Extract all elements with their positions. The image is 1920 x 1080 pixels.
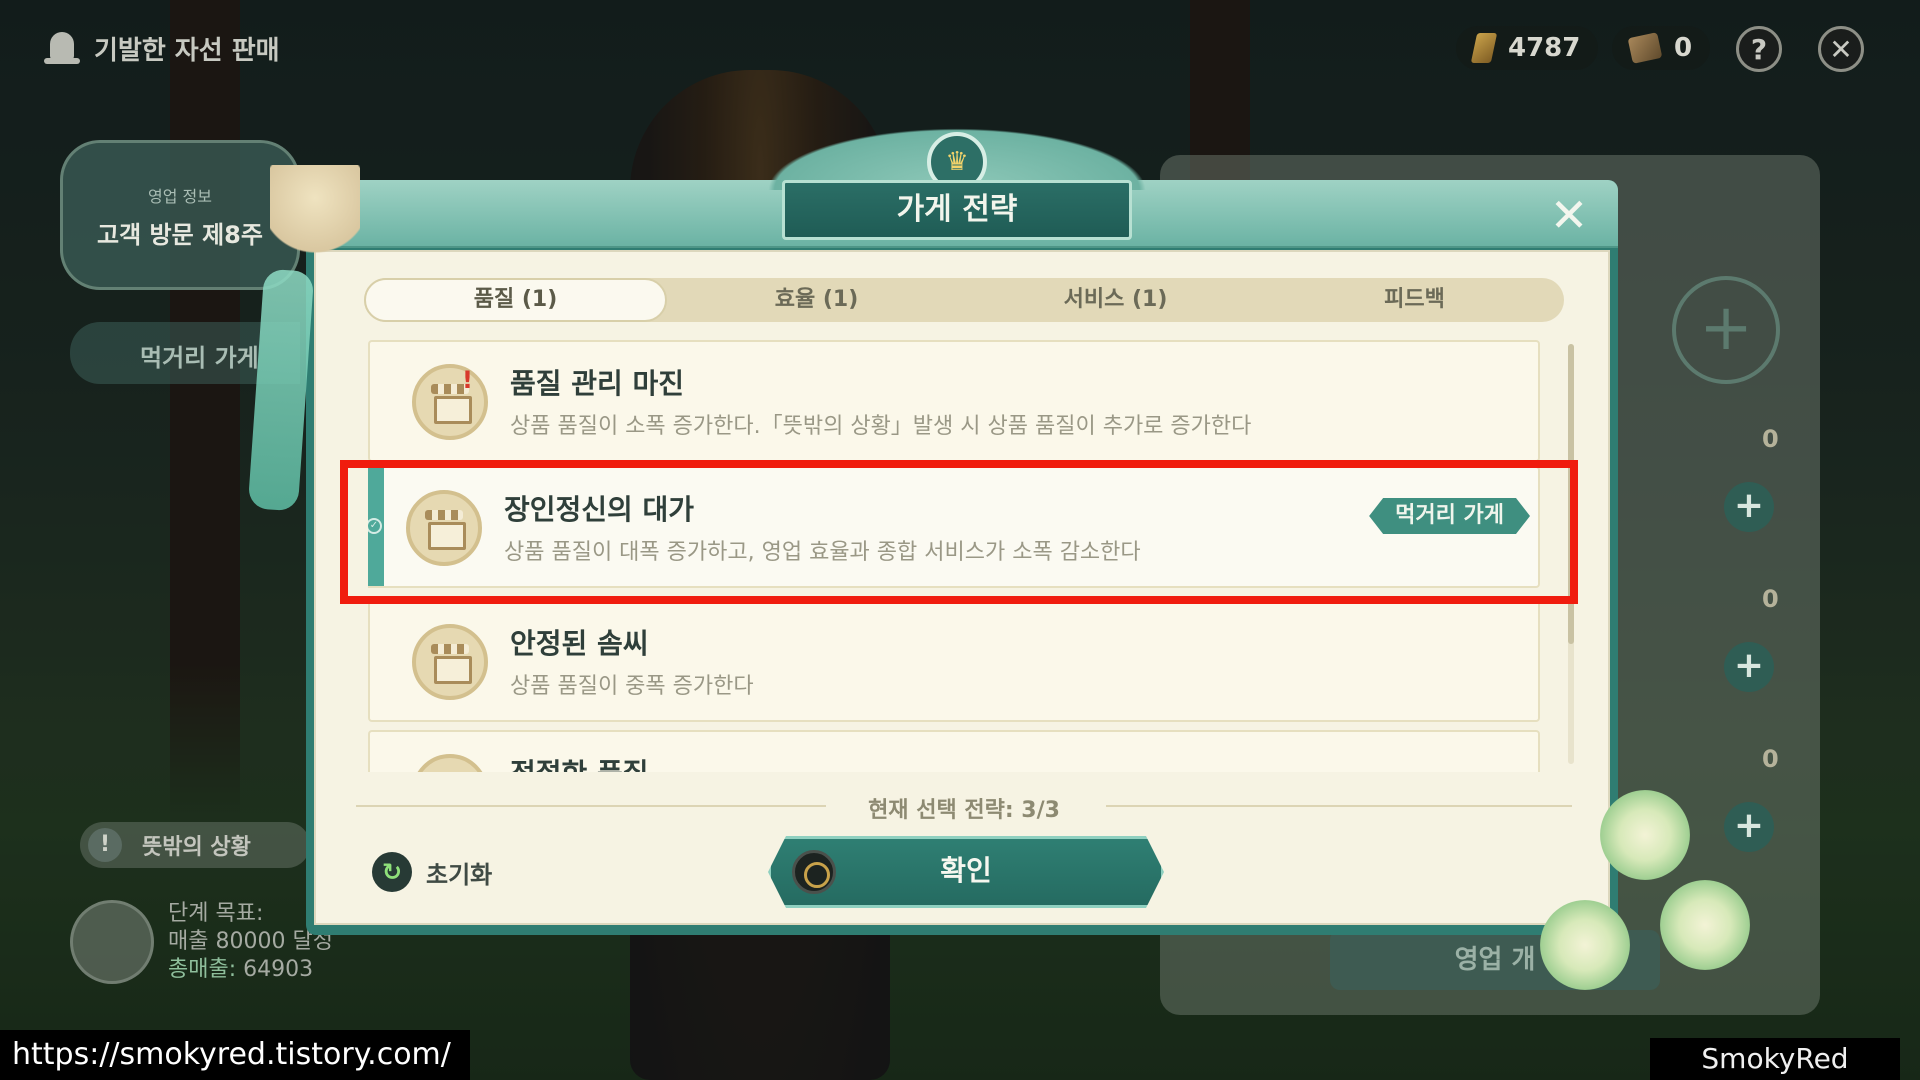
strategy-card-quality-margin[interactable]: ! 품질 관리 마진 상품 품질이 소폭 증가한다.「뜻밖의 상황」발생 시 상… <box>368 340 1540 462</box>
food-shop-label: 먹거리 가게 <box>140 344 259 372</box>
start-business-label: 영업 개 <box>1454 945 1536 975</box>
gem-icon <box>1470 33 1498 63</box>
reset-button[interactable]: ↻ 초기화 <box>372 852 492 892</box>
event-title: 기발한 자선 판매 <box>44 28 280 68</box>
gamepad-button-icon <box>792 850 836 894</box>
add-button-1[interactable]: + <box>1724 482 1774 532</box>
reset-label: 초기화 <box>426 860 493 889</box>
shop-icon <box>412 364 488 440</box>
strategy-name: 품질 관리 마진 <box>510 367 685 400</box>
strategy-card-stable-skill[interactable]: 안정된 솜씨 상품 품질이 중폭 증가한다 <box>368 600 1540 722</box>
slot-count-1: 0 <box>1762 425 1779 453</box>
add-button-2[interactable]: + <box>1724 642 1774 692</box>
alert-mark-icon: ! <box>462 366 473 394</box>
modal-close-button[interactable]: ✕ <box>1544 190 1594 240</box>
flower-icon <box>1540 900 1630 990</box>
help-icon: ? <box>1750 32 1768 66</box>
bell-icon <box>44 28 80 68</box>
unexpected-event-label: 뜻밖의 상황 <box>142 835 251 860</box>
gem-counter: 4787 <box>1456 26 1599 70</box>
fan-ornament-icon <box>270 165 360 275</box>
add-button-3[interactable]: + <box>1724 802 1774 852</box>
ticket-count: 0 <box>1674 33 1693 63</box>
modal-title: 가게 전략 <box>782 180 1132 240</box>
tab-feedback[interactable]: 피드백 <box>1265 278 1564 322</box>
business-info-label: 영업 정보 <box>148 187 212 206</box>
watermark-author: SmokyRed <box>1650 1038 1900 1080</box>
total-sales-value: 64903 <box>243 957 314 982</box>
tab-efficiency[interactable]: 효율 (1) <box>667 278 966 322</box>
gem-count: 4787 <box>1508 33 1581 63</box>
strategy-name: 적절한 품질 <box>510 752 649 772</box>
business-info-panel: 영업 정보 고객 방문 제8주 <box>60 140 300 290</box>
ticket-counter: 0 <box>1612 26 1711 70</box>
money-bag-icon <box>70 900 154 984</box>
flower-icon <box>1660 880 1750 970</box>
close-icon: ✕ <box>1549 188 1589 242</box>
watermark-url: https://smokyred.tistory.com/ <box>0 1030 470 1080</box>
strategy-card-adequate-quality[interactable]: 적절한 품질 <box>368 730 1540 772</box>
tab-service[interactable]: 서비스 (1) <box>966 278 1265 322</box>
strategy-tabs: 품질 (1) 효율 (1) 서비스 (1) 피드백 <box>364 278 1564 322</box>
highlight-box <box>340 460 1578 604</box>
shop-icon <box>412 624 488 700</box>
strategy-desc: 상품 품질이 소폭 증가한다.「뜻밖의 상황」발생 시 상품 품질이 추가로 증… <box>510 414 1252 439</box>
close-icon: ✕ <box>1829 32 1853 66</box>
tab-quality[interactable]: 품질 (1) <box>364 278 667 322</box>
exit-button[interactable]: ✕ <box>1818 26 1864 72</box>
business-info-value: 고객 방문 제8주 <box>97 221 263 249</box>
selected-strategy-count: 현재 선택 전략: 3/3 <box>868 798 1060 823</box>
flower-icon <box>1600 790 1690 880</box>
refresh-icon: ↻ <box>372 852 412 892</box>
strategy-name: 안정된 솜씨 <box>510 627 649 660</box>
strategy-desc: 상품 품질이 중폭 증가한다 <box>510 674 754 699</box>
total-sales-label: 총매출: <box>168 957 237 982</box>
exclamation-icon: ! <box>88 828 122 862</box>
slot-count-3: 0 <box>1762 745 1779 773</box>
slot-count-2: 0 <box>1762 585 1779 613</box>
shop-icon <box>412 754 488 772</box>
confirm-label: 확인 <box>940 854 992 887</box>
unexpected-event-button[interactable]: ! 뜻밖의 상황 <box>80 822 310 868</box>
add-slot-button[interactable]: + <box>1672 276 1780 384</box>
ticket-icon <box>1627 32 1663 64</box>
event-title-text: 기발한 자선 판매 <box>94 35 280 66</box>
help-button[interactable]: ? <box>1736 26 1782 72</box>
